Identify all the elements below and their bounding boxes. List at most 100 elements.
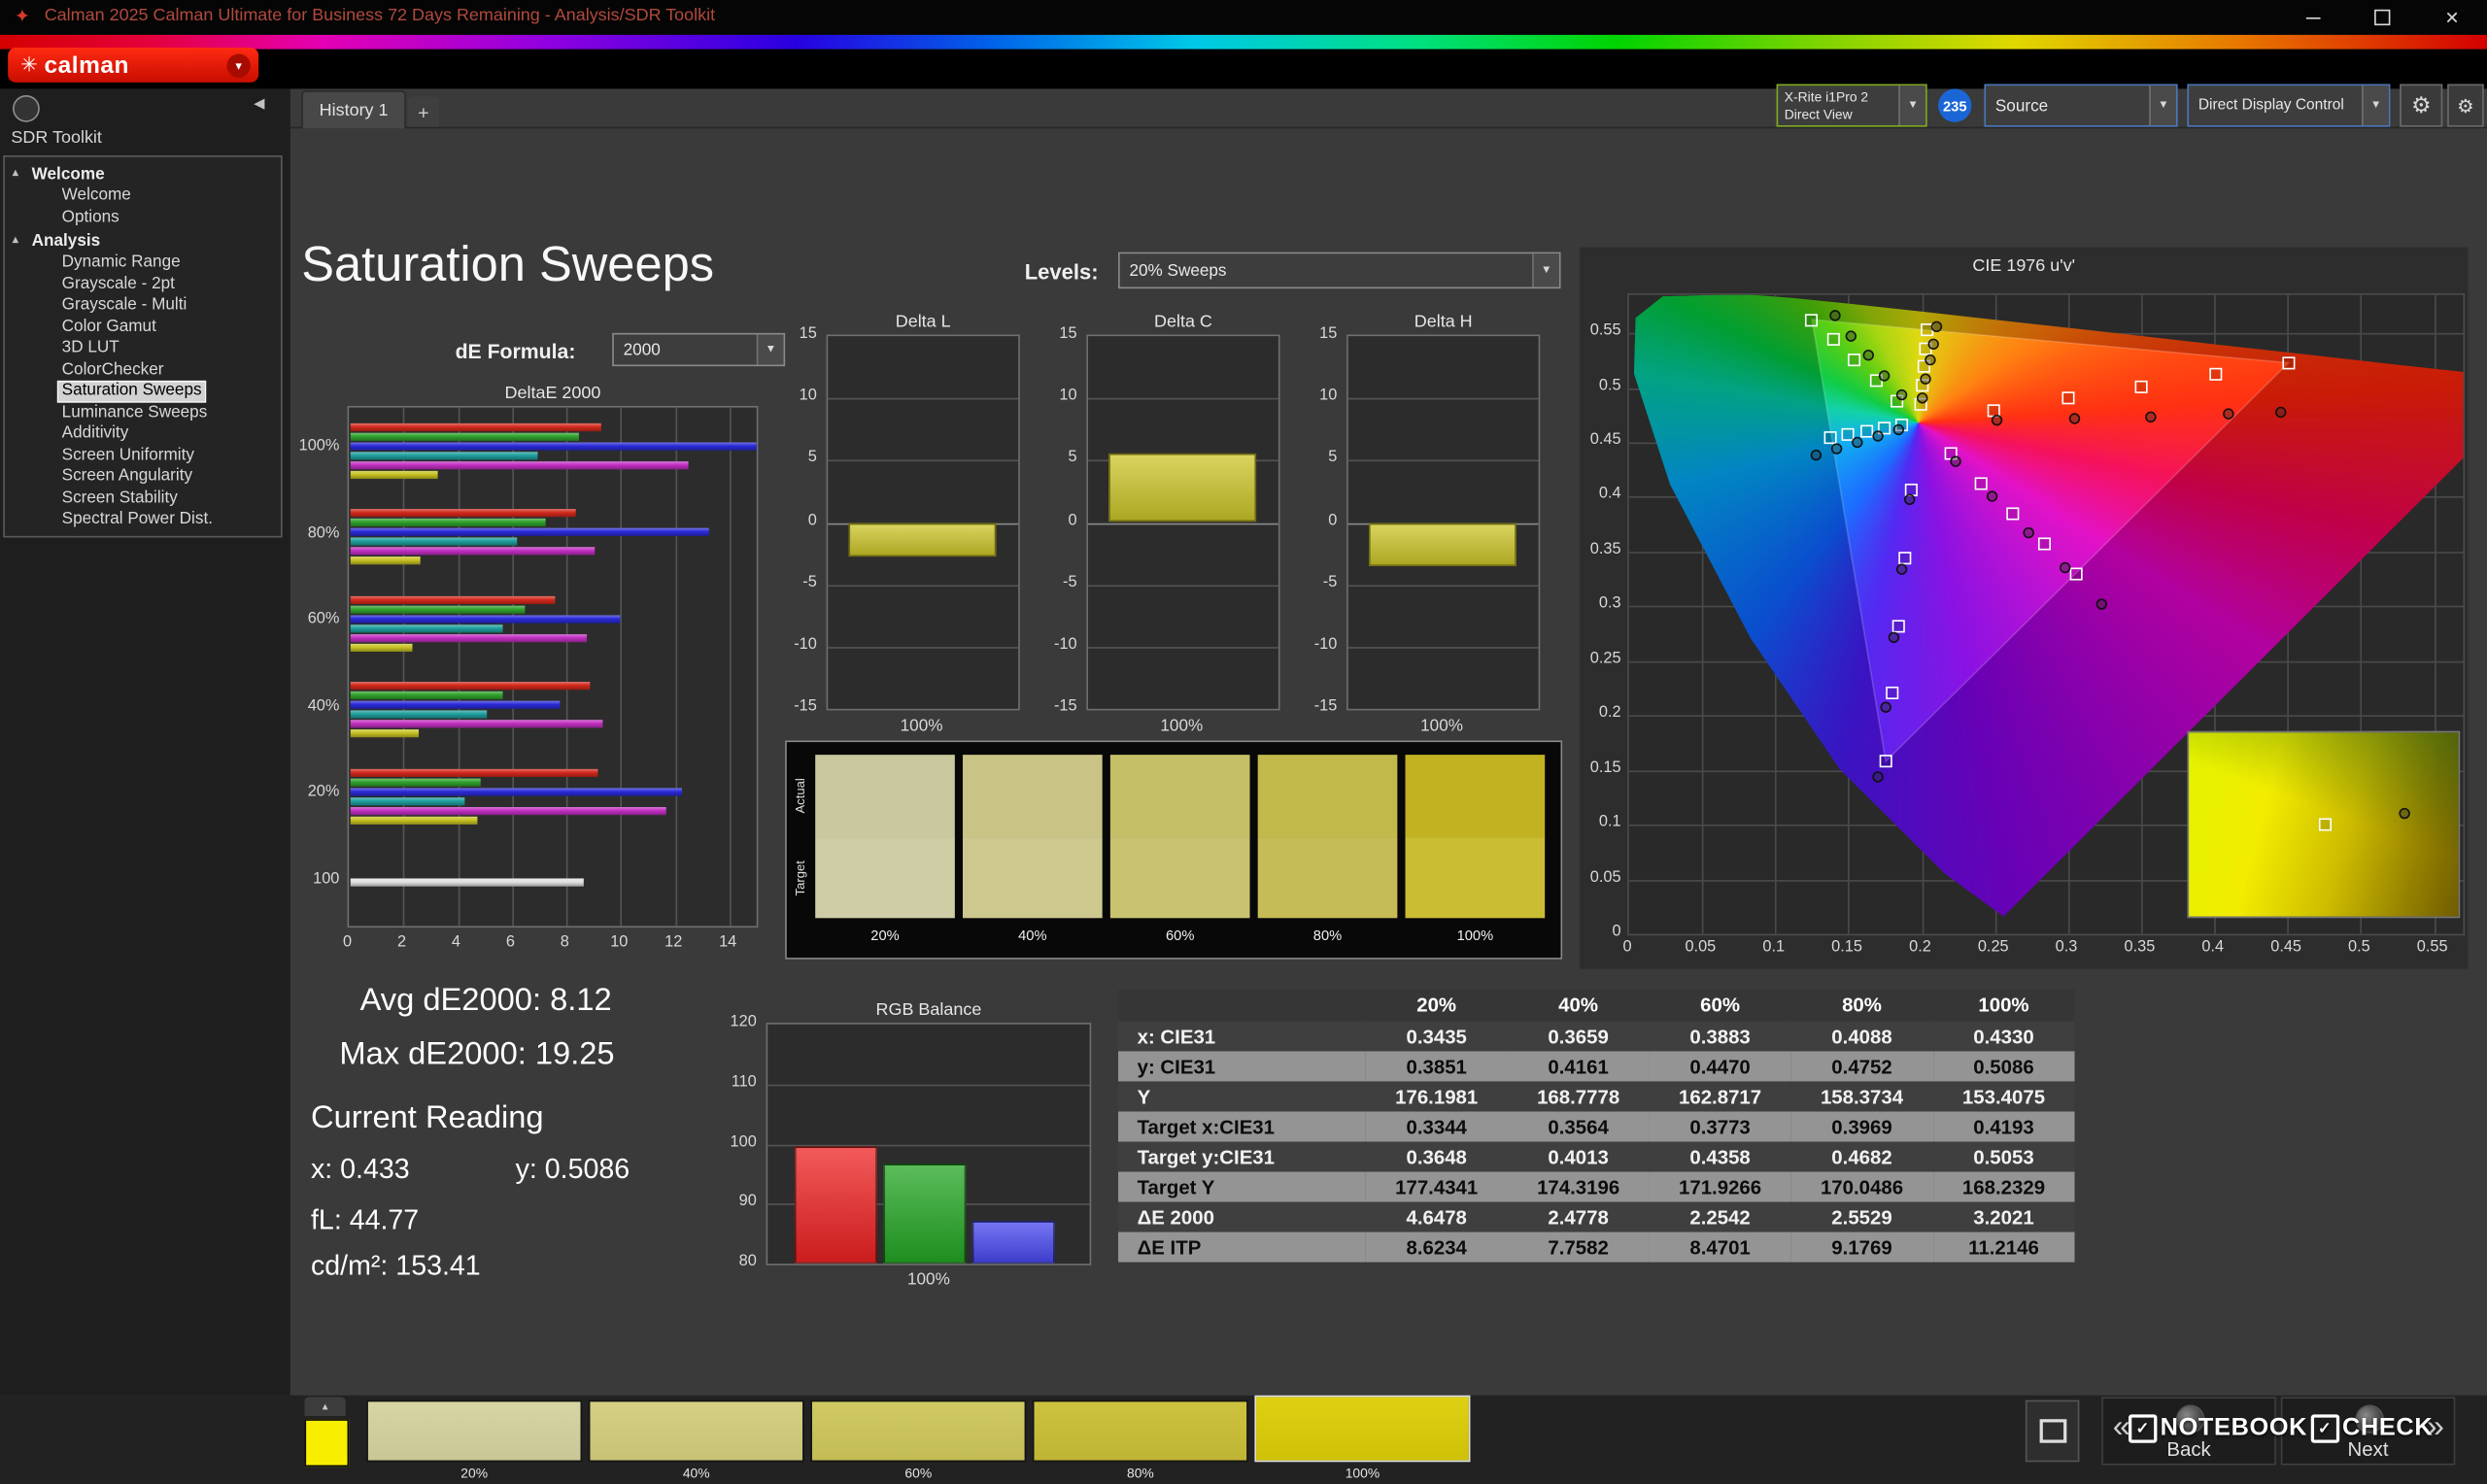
layout-view-button[interactable]	[2025, 1400, 2080, 1463]
new-tab-button[interactable]: +	[407, 96, 440, 127]
sidebar-item-luminance-sweeps[interactable]: Luminance Sweeps	[5, 402, 281, 423]
swatch-target	[1405, 837, 1546, 919]
bottom-swatch-20%[interactable]	[366, 1400, 583, 1463]
table-cell-value: 171.9266	[1679, 1175, 1762, 1198]
sweep-swatch-40%	[963, 755, 1103, 919]
x-tick-label: 6	[505, 933, 515, 952]
sidebar-item-color-gamut[interactable]: Color Gamut	[5, 317, 281, 338]
table-header-cell	[1118, 989, 1366, 1022]
calman-logo[interactable]: ✳ calman ▾	[8, 47, 259, 83]
sidebar-item-label: Options	[61, 207, 119, 226]
de-formula-dropdown[interactable]: 2000 ▼	[612, 332, 786, 367]
sidebar-item-screen-uniformity[interactable]: Screen Uniformity	[5, 445, 281, 466]
bottom-swatch-40%[interactable]	[588, 1400, 804, 1463]
sidebar-item-additivity[interactable]: Additivity	[5, 423, 281, 445]
bar-blue	[350, 788, 683, 796]
y-tick-label: -10	[1053, 635, 1077, 654]
sidebar-item-saturation-sweeps[interactable]: Saturation Sweeps	[5, 380, 281, 402]
expander-icon[interactable]: ▴	[13, 166, 18, 179]
help-button[interactable]	[13, 94, 40, 122]
sidebar-item-dynamic-range[interactable]: Dynamic Range	[5, 253, 281, 274]
deltae-plot	[347, 405, 759, 928]
actual-row-label: Actual	[793, 778, 808, 814]
titlebar: ✦ Calman 2025 Calman Ultimate for Busine…	[0, 0, 2487, 35]
measurement-marker	[1920, 374, 1932, 386]
swatch-actual	[1257, 755, 1398, 838]
delta-h-plot	[1346, 334, 1541, 711]
target-marker	[2061, 391, 2074, 405]
app-icon: ✦	[14, 4, 31, 27]
table-row-label: y: CIE31	[1137, 1055, 1216, 1078]
expander-icon[interactable]: ▴	[13, 233, 18, 246]
measurement-marker	[1892, 424, 1904, 436]
table-cell-value: 0.3969	[1831, 1115, 1892, 1138]
measurement-marker	[1925, 354, 1936, 366]
sidebar-item-3d-lut[interactable]: 3D LUT	[5, 338, 281, 359]
swatch-target	[815, 837, 955, 919]
settings-button-2[interactable]: ⚙	[2447, 84, 2484, 127]
rgb-x-label: 100%	[906, 1269, 950, 1290]
sidebar-item-colorchecker[interactable]: ColorChecker	[5, 359, 281, 381]
bottom-swatch-80%[interactable]	[1032, 1400, 1248, 1463]
sidebar-item-screen-angularity[interactable]: Screen Angularity	[5, 466, 281, 488]
gridline	[1347, 646, 1539, 649]
sample-popup-button[interactable]: ▴	[304, 1397, 346, 1416]
sidebar-item-options[interactable]: Options	[5, 207, 281, 228]
table-cell-value: 0.4752	[1831, 1055, 1892, 1078]
sidebar-item-grayscale-2pt[interactable]: Grayscale - 2pt	[5, 274, 281, 295]
gridline	[566, 407, 568, 927]
target-marker	[1974, 476, 1989, 489]
current-sample-swatch[interactable]	[304, 1419, 350, 1467]
y-tick-label: 0.3	[1598, 594, 1621, 613]
watermark-text-right: CHECK	[2342, 1414, 2434, 1442]
notebookcheck-logo-icon: ✓	[2129, 1414, 2158, 1443]
x-tick-label: 0.1	[1762, 938, 1786, 957]
sidebar-item-label: Welcome	[61, 186, 131, 205]
target-marker	[1891, 619, 1905, 632]
measurement-marker	[1991, 415, 2002, 426]
notebookcheck-logo-icon-2: ✓	[2310, 1414, 2339, 1443]
levels-dropdown[interactable]: 20% Sweeps ▼	[1118, 252, 1561, 289]
collapse-sidebar-icon[interactable]: ◀	[254, 95, 264, 113]
y-tick-label: 0	[1068, 511, 1077, 529]
y-tick-label: 0.35	[1589, 540, 1621, 558]
table-row-label: ΔE ITP	[1137, 1235, 1202, 1259]
gridline	[403, 407, 405, 927]
sidebar-item-label: ColorChecker	[61, 358, 164, 379]
minimize-button[interactable]	[2277, 0, 2347, 35]
measurement-marker	[2095, 598, 2108, 610]
settings-button[interactable]: ⚙	[2400, 84, 2443, 127]
display-control-dropdown[interactable]: Direct Display Control ▼	[2187, 84, 2391, 127]
sidebar-item-welcome[interactable]: Welcome	[5, 186, 281, 207]
sidebar-item-spectral-power-dist-[interactable]: Spectral Power Dist.	[5, 509, 281, 530]
bottom-swatch-label: 40%	[682, 1465, 710, 1481]
chevron-down-icon: ▼	[2362, 85, 2389, 125]
y-tick-label: 0.45	[1589, 431, 1621, 450]
bottom-swatch-60%[interactable]	[810, 1400, 1027, 1463]
measurement-marker	[1895, 389, 1908, 401]
maximize-button[interactable]	[2347, 0, 2417, 35]
target-marker	[2006, 506, 2020, 520]
bottom-swatch-100%[interactable]	[1254, 1395, 1471, 1463]
table-cell-value: 0.4682	[1831, 1145, 1892, 1168]
sidebar-item-label: Screen Angularity	[61, 465, 193, 486]
bar-blue	[350, 615, 620, 624]
sidebar-item-screen-stability[interactable]: Screen Stability	[5, 488, 281, 509]
bar-magenta	[350, 460, 688, 469]
sidebar-item-label: Screen Uniformity	[61, 444, 194, 464]
logo-menu-button[interactable]: ▾	[226, 52, 251, 78]
source-dropdown[interactable]: Source ▼	[1984, 84, 2178, 127]
calman-window: ✦ Calman 2025 Calman Ultimate for Busine…	[0, 0, 2487, 1484]
close-button[interactable]: ✕	[2417, 0, 2487, 35]
table-header-cell: 80%	[1790, 989, 1933, 1022]
sweep-swatch-strip: Actual Target 20% 40% 60% 80% 100%	[785, 740, 1563, 960]
sidebar-item-grayscale-multi[interactable]: Grayscale - Multi	[5, 295, 281, 317]
sidebar-section[interactable]: ▴ Analysis	[5, 228, 281, 252]
meter-dropdown[interactable]: X-Rite i1Pro 2 Direct View ▼	[1776, 84, 1927, 127]
current-reading-title: Current Reading	[310, 1100, 544, 1135]
table-row: Target x:CIE31 0.3344 0.3564 0.3773 0.3969 0.…	[1118, 1111, 2075, 1142]
tab-history-1[interactable]: History 1	[301, 90, 406, 129]
swatch-target	[1257, 837, 1398, 919]
sidebar-section[interactable]: ▴ Welcome	[5, 162, 281, 186]
bar-red	[350, 682, 591, 691]
